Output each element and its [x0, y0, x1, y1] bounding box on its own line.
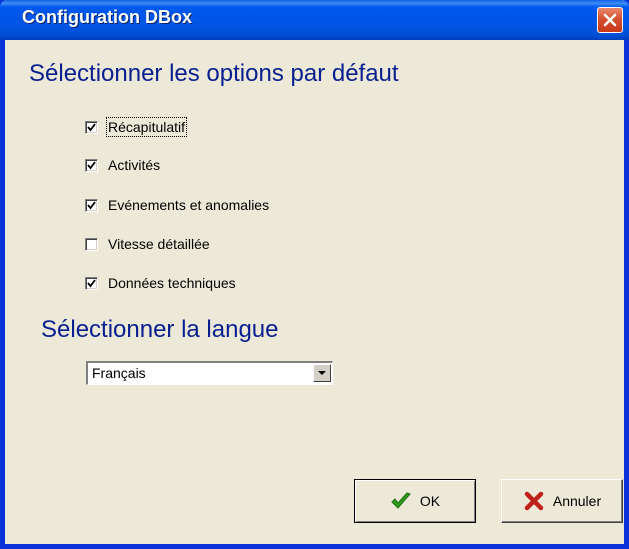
cancel-button[interactable]: Annuler: [501, 479, 623, 523]
checkbox-donnees[interactable]: [85, 276, 98, 290]
language-select[interactable]: Français: [86, 361, 333, 385]
checkmark-icon: [87, 160, 96, 169]
close-icon: [603, 13, 617, 27]
options-heading: Sélectionner les options par défaut: [29, 60, 399, 87]
ok-button-label: OK: [419, 493, 441, 509]
checkmark-icon: [87, 200, 96, 209]
option-recapitulatif[interactable]: Récapitulatif: [85, 116, 188, 138]
checkmark-icon: [391, 492, 411, 509]
option-label: Vitesse détaillée: [108, 236, 210, 252]
language-select-value: Français: [92, 365, 146, 381]
chevron-down-icon: [318, 371, 326, 375]
checkbox-recapitulatif[interactable]: [85, 120, 98, 134]
language-dropdown-button[interactable]: [313, 364, 331, 382]
option-label: Evénements et anomalies: [108, 197, 270, 213]
option-label: Récapitulatif: [105, 117, 188, 137]
checkbox-vitesse[interactable]: [85, 237, 98, 251]
option-vitesse[interactable]: Vitesse détaillée: [85, 233, 210, 255]
option-label: Activités: [108, 157, 161, 173]
option-donnees[interactable]: Données techniques: [85, 272, 236, 294]
option-label: Données techniques: [108, 275, 236, 291]
option-activites[interactable]: Activités: [85, 154, 160, 176]
close-button[interactable]: [597, 7, 623, 33]
dialog-window: Configuration DBox Sélectionner les opti…: [0, 0, 629, 549]
ok-button[interactable]: OK: [354, 479, 476, 523]
checkmark-icon: [87, 278, 96, 287]
checkbox-evenements[interactable]: [85, 198, 98, 212]
checkbox-activites[interactable]: [85, 158, 98, 172]
option-evenements[interactable]: Evénements et anomalies: [85, 194, 269, 216]
language-heading: Sélectionner la langue: [41, 316, 279, 343]
window-title: Configuration DBox: [22, 7, 192, 27]
red-x-icon: [524, 491, 544, 511]
title-bar[interactable]: Configuration DBox: [0, 0, 629, 40]
cancel-button-label: Annuler: [552, 493, 602, 509]
checkmark-icon: [87, 122, 96, 131]
